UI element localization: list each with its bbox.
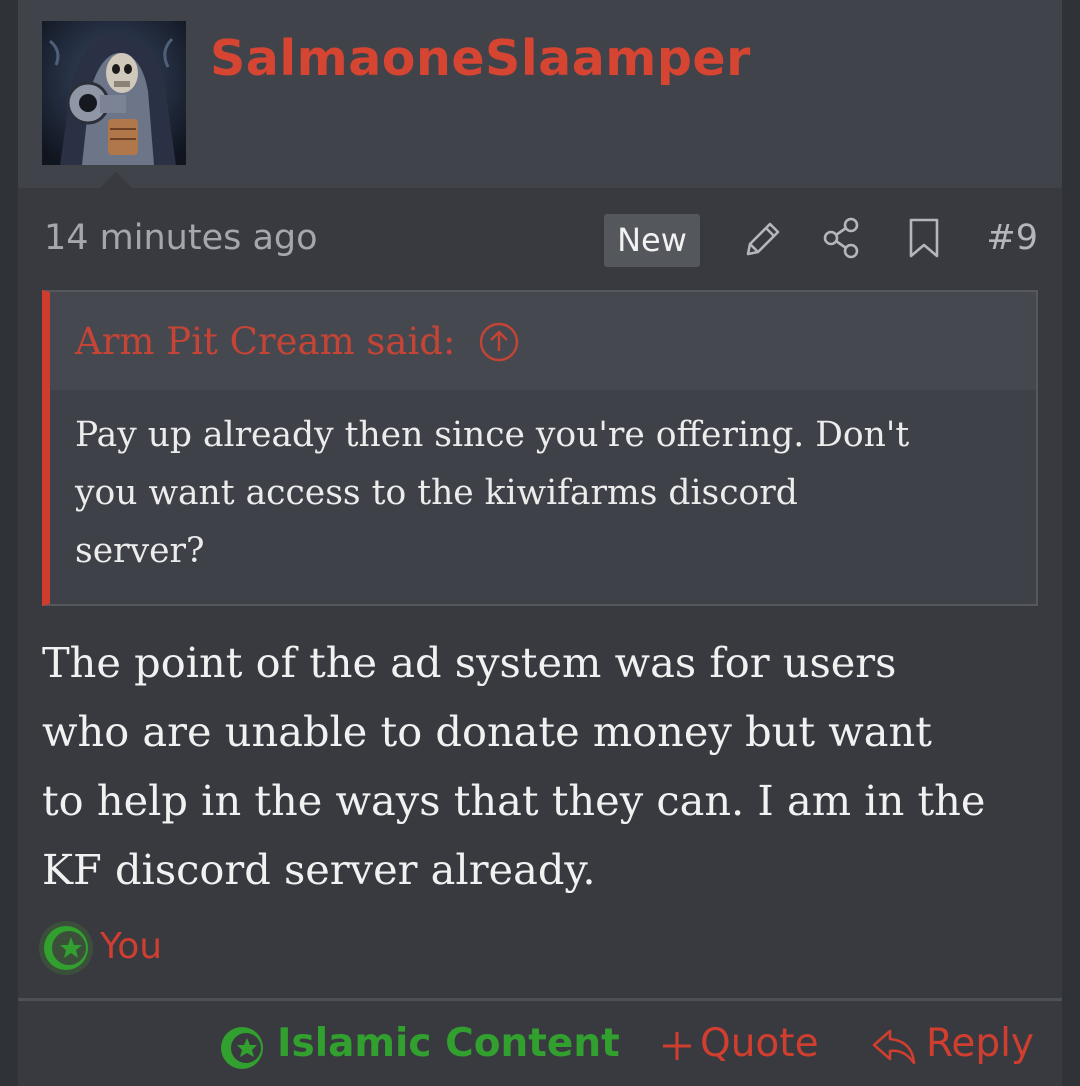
header-pointer [100, 172, 132, 188]
post: SalmaoneSlaamper 14 minutes ago New #9 A… [18, 0, 1062, 1086]
post-footer: Islamic Content Quote Reply [18, 1001, 1062, 1086]
quote-author[interactable]: Arm Pit Cream said: [75, 320, 455, 363]
share-icon[interactable] [821, 216, 861, 264]
quote-text: Pay up already then since you're offerin… [75, 415, 910, 571]
islamic-content-label: Islamic Content [277, 1021, 620, 1066]
post-number-link[interactable]: #9 [986, 218, 1038, 258]
post-message: The point of the ad system was for users… [42, 638, 986, 894]
reaper-avatar-image [42, 21, 186, 165]
quote-label: Quote [700, 1021, 819, 1066]
edit-pencil-icon[interactable] [740, 216, 784, 264]
reaction-user-label[interactable]: You [100, 926, 162, 967]
jump-to-quote-icon[interactable] [478, 321, 520, 367]
reply-label: Reply [926, 1021, 1035, 1066]
avatar[interactable] [42, 21, 186, 165]
reply-arrow-icon [870, 1025, 918, 1073]
post-timestamp[interactable]: 14 minutes ago [44, 218, 318, 258]
quote-header: Arm Pit Cream said: [50, 292, 1036, 390]
crescent-star-icon [217, 1023, 267, 1077]
new-badge: New [604, 214, 700, 267]
post-meta-row: 14 minutes ago New #9 [18, 206, 1062, 274]
user-header: SalmaoneSlaamper [18, 0, 1062, 188]
bookmark-icon[interactable] [906, 216, 942, 264]
plus-icon [660, 1029, 694, 1067]
islamic-content-reaction-icon [38, 920, 94, 980]
quote-block: Arm Pit Cream said: Pay up already then … [42, 290, 1038, 606]
username[interactable]: SalmaoneSlaamper [210, 30, 751, 87]
